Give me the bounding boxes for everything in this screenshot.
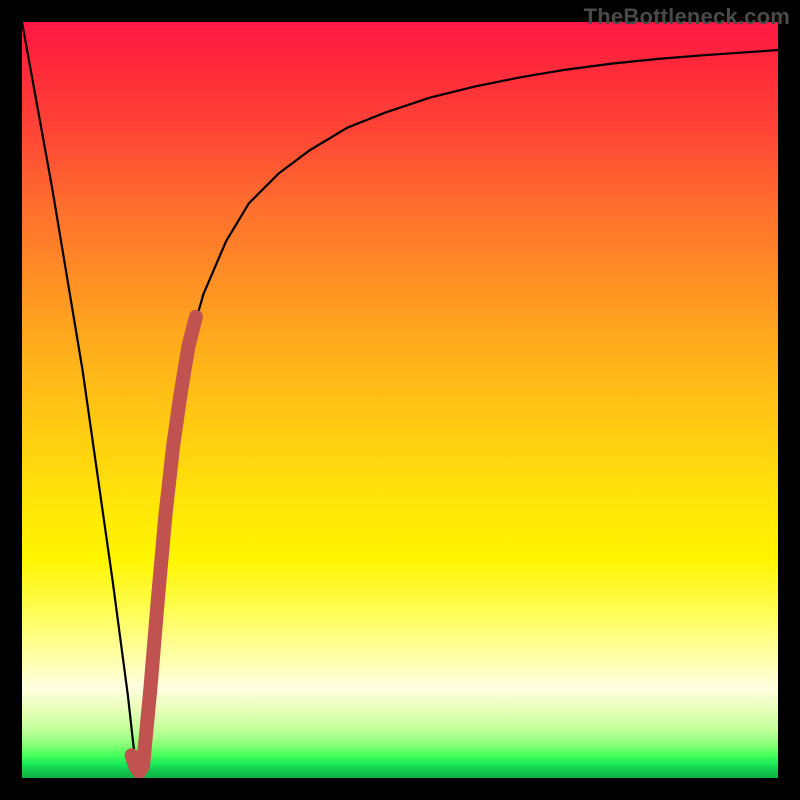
- curve-path: [22, 22, 778, 774]
- highlight-segment: [132, 317, 196, 772]
- watermark-text: TheBottleneck.com: [584, 4, 790, 30]
- highlight-path: [132, 317, 196, 772]
- chart-svg: [22, 22, 778, 778]
- bottleneck-curve: [22, 22, 778, 774]
- plot-area: [22, 22, 778, 778]
- chart-frame: TheBottleneck.com: [0, 0, 800, 800]
